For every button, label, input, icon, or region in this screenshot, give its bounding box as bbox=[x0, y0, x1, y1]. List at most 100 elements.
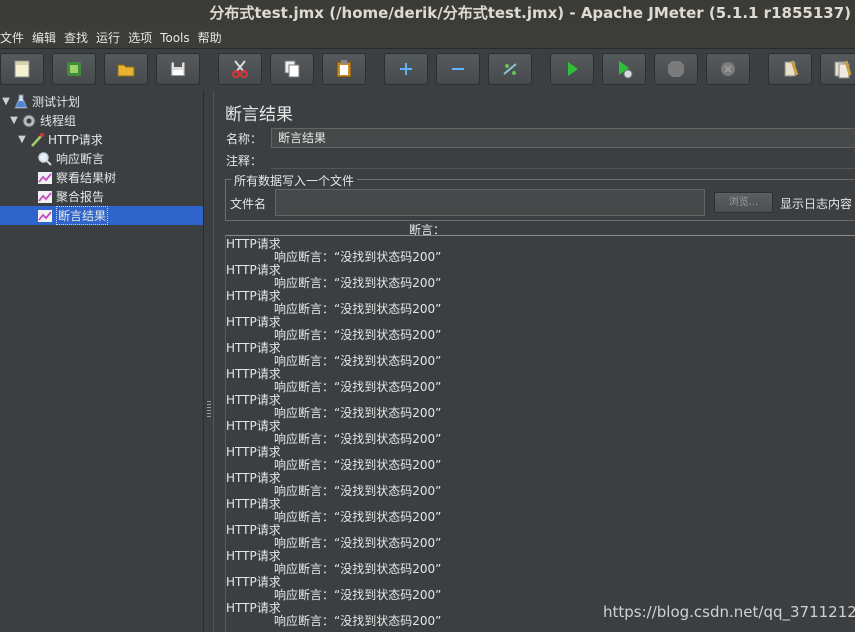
save-icon bbox=[170, 61, 186, 77]
result-assertion-message: 响应断言：“没找到状态码200” bbox=[274, 536, 442, 550]
tree-item-response-assertion[interactable]: 响应断言 bbox=[36, 149, 203, 168]
new-button[interactable] bbox=[0, 53, 44, 85]
clear-button[interactable] bbox=[768, 53, 812, 85]
result-request: HTTP请求 bbox=[226, 315, 281, 329]
start-no-pause-button[interactable] bbox=[602, 53, 646, 85]
tree-item-http-request[interactable]: ▼ HTTP请求 bbox=[16, 130, 203, 149]
result-assertion-message: 响应断言：“没找到状态码200” bbox=[274, 484, 442, 498]
collapse-all-button[interactable] bbox=[436, 53, 480, 85]
toolbar bbox=[0, 49, 855, 91]
tree-label: 聚合报告 bbox=[56, 190, 105, 204]
filename-label: 文件名 bbox=[230, 197, 267, 211]
templates-icon bbox=[67, 62, 81, 76]
show-log-content-label[interactable]: 显示日志内容 bbox=[780, 195, 852, 212]
thread-group-icon bbox=[20, 113, 38, 129]
tree-item-aggregate-report[interactable]: 聚合报告 bbox=[36, 187, 203, 206]
result-assertion-message: 响应断言：“没找到状态码200” bbox=[274, 562, 442, 576]
result-assertion-message: 响应断言：“没找到状态码200” bbox=[274, 458, 442, 472]
menu-run[interactable]: 运行 bbox=[92, 29, 124, 46]
menu-file[interactable]: 文件 bbox=[0, 29, 28, 46]
splitter-grip-icon[interactable] bbox=[207, 401, 211, 417]
result-assertion-message: 响应断言：“没找到状态码200” bbox=[274, 406, 442, 420]
result-assertion-message: 响应断言：“没找到状态码200” bbox=[274, 510, 442, 524]
menu-edit[interactable]: 编辑 bbox=[28, 29, 60, 46]
start-icon bbox=[568, 62, 578, 76]
result-request: HTTP请求 bbox=[226, 367, 281, 381]
test-plan-tree: ▼ 测试计划 ▼ 线程组 ▼ HTTP请求 响应断言 察看结果树 聚合报告 断言… bbox=[0, 91, 203, 632]
http-sampler-icon bbox=[28, 132, 46, 148]
browse-button[interactable]: 浏览... bbox=[714, 192, 773, 213]
open-icon bbox=[117, 64, 135, 77]
window-title: 分布式test.jmx (/home/derik/分布式test.jmx) - … bbox=[0, 0, 855, 27]
menu-help[interactable]: 帮助 bbox=[194, 29, 226, 46]
name-field[interactable]: 断言结果 bbox=[271, 128, 855, 148]
paste-button[interactable] bbox=[322, 53, 366, 85]
expand-all-button[interactable] bbox=[384, 53, 428, 85]
save-button[interactable] bbox=[156, 53, 200, 85]
tree-item-assertion-results[interactable]: 断言结果 bbox=[0, 206, 203, 225]
tree-item-view-results-tree[interactable]: 察看结果树 bbox=[36, 168, 203, 187]
listener-icon bbox=[36, 170, 54, 186]
result-request: HTTP请求 bbox=[226, 419, 281, 433]
cut-button[interactable] bbox=[218, 53, 262, 85]
name-label: 名称： bbox=[226, 132, 263, 146]
result-assertion-message: 响应断言：“没找到状态码200” bbox=[274, 354, 442, 368]
result-assertion-message: 响应断言：“没找到状态码200” bbox=[274, 588, 442, 602]
tree-label: 测试计划 bbox=[32, 95, 81, 109]
result-request: HTTP请求 bbox=[226, 445, 281, 459]
watermark: https://blog.csdn.net/qq_37112121 bbox=[603, 603, 855, 621]
result-assertion-message: 响应断言：“没找到状态码200” bbox=[274, 250, 442, 264]
shutdown-icon bbox=[721, 62, 735, 76]
comment-field[interactable] bbox=[271, 151, 855, 169]
toggle-icon bbox=[503, 63, 517, 75]
tree-item-test-plan[interactable]: ▼ 测试计划 bbox=[0, 92, 203, 111]
tree-label: 线程组 bbox=[40, 114, 77, 128]
stop-icon bbox=[668, 61, 684, 77]
collapse-icon bbox=[452, 68, 464, 70]
assertion-results-panel: 断言结果 名称： 断言结果 注释： 所有数据写入一个文件 文件名 浏览... 显… bbox=[215, 91, 855, 632]
menu-tools[interactable]: Tools bbox=[156, 31, 194, 45]
result-request: HTTP请求 bbox=[226, 471, 281, 485]
result-request: HTTP请求 bbox=[226, 497, 281, 511]
result-assertion-message: 响应断言：“没找到状态码200” bbox=[274, 328, 442, 342]
assertion-results-list[interactable]: HTTP请求 响应断言：“没找到状态码200” HTTP请求 响应断言：“没找到状态码… bbox=[225, 235, 855, 632]
comment-label: 注释： bbox=[226, 154, 263, 168]
result-request: HTTP请求 bbox=[226, 601, 281, 615]
expand-icon bbox=[400, 63, 412, 75]
tree-label: 响应断言 bbox=[56, 152, 105, 166]
menu-search[interactable]: 查找 bbox=[60, 29, 92, 46]
test-plan-icon bbox=[12, 94, 30, 110]
clear-all-button[interactable] bbox=[820, 53, 855, 85]
result-request: HTTP请求 bbox=[226, 549, 281, 563]
fieldset-legend: 所有数据写入一个文件 bbox=[231, 172, 358, 189]
templates-button[interactable] bbox=[52, 53, 96, 85]
jmeter-window: 分布式test.jmx (/home/derik/分布式test.jmx) - … bbox=[0, 0, 855, 632]
result-request: HTTP请求 bbox=[226, 341, 281, 355]
result-request: HTTP请求 bbox=[226, 237, 281, 251]
result-request: HTTP请求 bbox=[226, 263, 281, 277]
copy-icon bbox=[284, 60, 300, 78]
shutdown-button[interactable] bbox=[706, 53, 750, 85]
expand-arrow-icon[interactable]: ▼ bbox=[0, 96, 12, 107]
tree-label: 察看结果树 bbox=[56, 171, 117, 185]
stop-button[interactable] bbox=[654, 53, 698, 85]
menu-options[interactable]: 选项 bbox=[124, 29, 156, 46]
panel-title: 断言结果 bbox=[225, 105, 293, 125]
toggle-button[interactable] bbox=[488, 53, 532, 85]
tree-item-thread-group[interactable]: ▼ 线程组 bbox=[8, 111, 203, 130]
result-assertion-message: 响应断言：“没找到状态码200” bbox=[274, 432, 442, 446]
filename-field[interactable] bbox=[275, 189, 705, 216]
open-button[interactable] bbox=[104, 53, 148, 85]
paste-icon bbox=[336, 60, 352, 78]
result-assertion-message: 响应断言：“没找到状态码200” bbox=[274, 302, 442, 316]
result-request: HTTP请求 bbox=[226, 289, 281, 303]
result-request: HTTP请求 bbox=[226, 393, 281, 407]
copy-button[interactable] bbox=[270, 53, 314, 85]
split-pane-divider[interactable] bbox=[203, 91, 214, 632]
assertion-icon bbox=[36, 151, 54, 167]
start-button[interactable] bbox=[550, 53, 594, 85]
expand-arrow-icon[interactable]: ▼ bbox=[16, 134, 28, 145]
result-assertion-message: 响应断言：“没找到状态码200” bbox=[274, 276, 442, 290]
expand-arrow-icon[interactable]: ▼ bbox=[8, 115, 20, 126]
cut-icon bbox=[232, 60, 248, 78]
